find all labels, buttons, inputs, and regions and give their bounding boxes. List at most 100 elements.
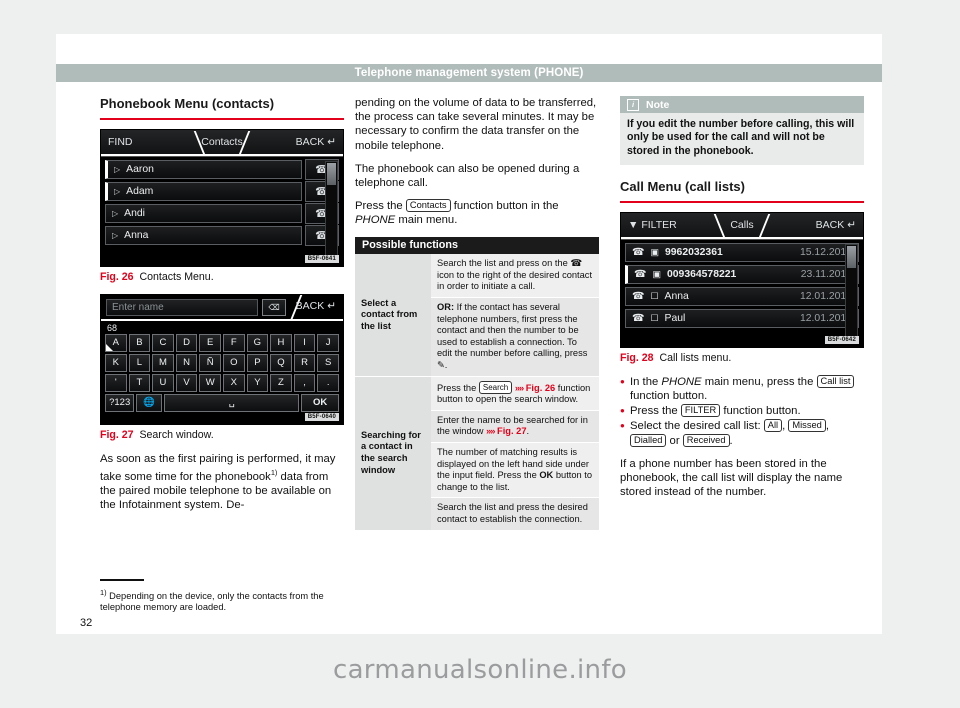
expand-triangle-icon: ▷ xyxy=(112,208,119,218)
key-F[interactable]: F xyxy=(222,333,245,352)
left-body-paragraph: As soon as the first pairing is performe… xyxy=(100,452,336,511)
key-X[interactable]: X xyxy=(222,373,245,392)
manual-page: Telephone management system (PHONE) Phon… xyxy=(56,34,882,634)
image-code: B5F-0642 xyxy=(824,335,859,344)
calls-scrollbar[interactable] xyxy=(845,243,858,342)
dialled-filter-button[interactable]: Dialled xyxy=(630,433,667,447)
key-B[interactable]: B xyxy=(128,333,151,352)
key-O[interactable]: O xyxy=(222,353,245,372)
contact-name-cell[interactable]: ▷ Anna xyxy=(105,225,302,245)
table-row-label: Searching for a contact in the search wi… xyxy=(355,375,431,530)
table-cell: Enter the name to be searched for in the… xyxy=(431,409,599,443)
contact-row[interactable]: ▷ Adam ☎ xyxy=(105,180,339,202)
key-K[interactable]: K xyxy=(105,353,127,372)
keyboard-back-button[interactable]: BACK ↵ xyxy=(296,300,336,312)
key-G[interactable]: G xyxy=(246,333,269,352)
contact-row[interactable]: ▷ Anna ☎ xyxy=(105,224,339,246)
key-comma[interactable]: , xyxy=(293,373,316,392)
call-list-function-button[interactable]: Call list xyxy=(816,374,855,388)
key-R[interactable]: R xyxy=(293,353,316,372)
key-Q[interactable]: Q xyxy=(270,353,292,372)
key-M[interactable]: M xyxy=(152,353,174,372)
return-arrow-icon: ↵ xyxy=(847,218,856,231)
footnote-rule xyxy=(100,579,144,581)
filter-function-button[interactable]: FILTER xyxy=(680,404,721,418)
mobile-icon: ☐ xyxy=(650,290,659,301)
contact-row[interactable]: ▷ Andi ☎ xyxy=(105,202,339,224)
contact-name-cell[interactable]: ▷ Andi xyxy=(105,203,302,223)
contact-row[interactable]: ▷ Aaron ☎ xyxy=(105,158,339,180)
watermark: carmanualsonline.info xyxy=(332,655,627,685)
ref-arrow: »» xyxy=(486,426,495,437)
key-A[interactable]: A xyxy=(105,333,127,352)
table-cell: Search the list and press the desired co… xyxy=(431,497,599,530)
info-icon: i xyxy=(627,98,639,111)
call-lists-screen: ▼ FILTER Calls BACK ↵ ☎ ▣ 9962032361 15.… xyxy=(620,211,864,348)
contacts-scrollbar[interactable] xyxy=(325,160,338,261)
call-row-cell[interactable]: ☎ ☐ Paul 12.01.2015 xyxy=(625,308,859,328)
key-N-tilde[interactable]: Ñ xyxy=(199,353,221,372)
table-cell: Search the list and press on the ☎ icon … xyxy=(431,254,599,298)
image-code: B5F-0640 xyxy=(304,412,339,421)
section-rule xyxy=(620,201,864,203)
missed-filter-button[interactable]: Missed xyxy=(788,419,826,433)
calls-screen-tabbar: ▼ FILTER Calls BACK ↵ xyxy=(621,212,863,240)
right-column: i Note If you edit the number before cal… xyxy=(620,96,864,508)
call-row[interactable]: ☎ ☐ Paul 12.01.2015 xyxy=(625,308,859,328)
key-S[interactable]: S xyxy=(317,353,339,372)
globe-icon[interactable]: 🌐 xyxy=(136,393,163,412)
footnote: 1) Depending on the device, only the con… xyxy=(100,579,344,614)
key-J[interactable]: J xyxy=(317,333,339,352)
tab-back[interactable]: BACK ↵ xyxy=(816,219,856,231)
list-item: Select the desired call list: All, Misse… xyxy=(620,419,864,447)
key-T[interactable]: T xyxy=(128,373,151,392)
contact-name-cell[interactable]: ▷ Aaron xyxy=(105,159,302,179)
call-row-cell[interactable]: ☎ ☐ Anna 12.01.2015 xyxy=(625,286,859,306)
search-function-button[interactable]: Search xyxy=(478,380,513,394)
key-apostrophe[interactable]: ' xyxy=(105,373,127,392)
middle-paragraph-2: The phonebook can also be opened during … xyxy=(355,162,580,190)
search-input[interactable]: Enter name xyxy=(106,298,258,316)
call-row-cell[interactable]: ☎ ▣ 9962032361 15.12.2014 xyxy=(625,242,859,262)
section-title-phonebook: Phonebook Menu (contacts) xyxy=(100,96,275,111)
key-symbols[interactable]: ?123 xyxy=(105,393,135,412)
call-row[interactable]: ☎ ☐ Anna 12.01.2015 xyxy=(625,286,859,306)
list-item: In the PHONE main menu, press the Call l… xyxy=(620,374,864,403)
key-space[interactable]: ␣ xyxy=(164,393,300,412)
received-filter-button[interactable]: Received xyxy=(682,433,730,447)
section-title-call-menu: Call Menu (call lists) xyxy=(620,179,745,195)
tab-back[interactable]: BACK ↵ xyxy=(296,136,336,148)
table-cell: OR: If the contact has several telephone… xyxy=(431,297,599,377)
key-I[interactable]: I xyxy=(293,333,316,352)
contacts-menu-screen: FIND Contacts BACK ↵ ▷ Aaron ☎ ▷ Adam ☎ ▷ A… xyxy=(100,128,344,267)
all-filter-button[interactable]: All xyxy=(763,419,783,433)
key-V[interactable]: V xyxy=(175,373,198,392)
note-box: i Note If you edit the number before cal… xyxy=(620,96,864,166)
key-N[interactable]: N xyxy=(175,353,198,372)
landline-icon: ▣ xyxy=(652,268,661,279)
call-row[interactable]: ☎ ▣ 9962032361 15.12.2014 xyxy=(625,242,859,262)
key-period[interactable]: . xyxy=(317,373,339,392)
note-header: i Note xyxy=(620,96,864,113)
table-cell: The number of matching results is displa… xyxy=(431,441,599,498)
scrollbar-thumb[interactable] xyxy=(847,245,856,268)
key-Z[interactable]: Z xyxy=(270,373,292,392)
key-L[interactable]: L xyxy=(128,353,151,372)
key-D[interactable]: D xyxy=(175,333,198,352)
keyboard-row-2: K L M N Ñ O P Q R S xyxy=(101,353,343,374)
key-U[interactable]: U xyxy=(152,373,174,392)
key-ok[interactable]: OK xyxy=(301,393,339,412)
key-E[interactable]: E xyxy=(199,333,221,352)
call-row[interactable]: ☎ ▣ 009364578221 23.11.2014 xyxy=(625,264,859,284)
ref-arrow: »» xyxy=(514,382,524,393)
key-C[interactable]: C xyxy=(152,333,174,352)
key-W[interactable]: W xyxy=(199,373,221,392)
contact-name-cell[interactable]: ▷ Adam xyxy=(105,181,302,201)
scrollbar-thumb[interactable] xyxy=(327,162,336,185)
key-H[interactable]: H xyxy=(270,333,292,352)
call-row-cell[interactable]: ☎ ▣ 009364578221 23.11.2014 xyxy=(625,264,859,284)
key-Y[interactable]: Y xyxy=(246,373,269,392)
backspace-icon[interactable]: ⌫ xyxy=(262,298,286,316)
key-P[interactable]: P xyxy=(246,353,269,372)
contacts-function-button[interactable]: Contacts xyxy=(405,199,451,213)
